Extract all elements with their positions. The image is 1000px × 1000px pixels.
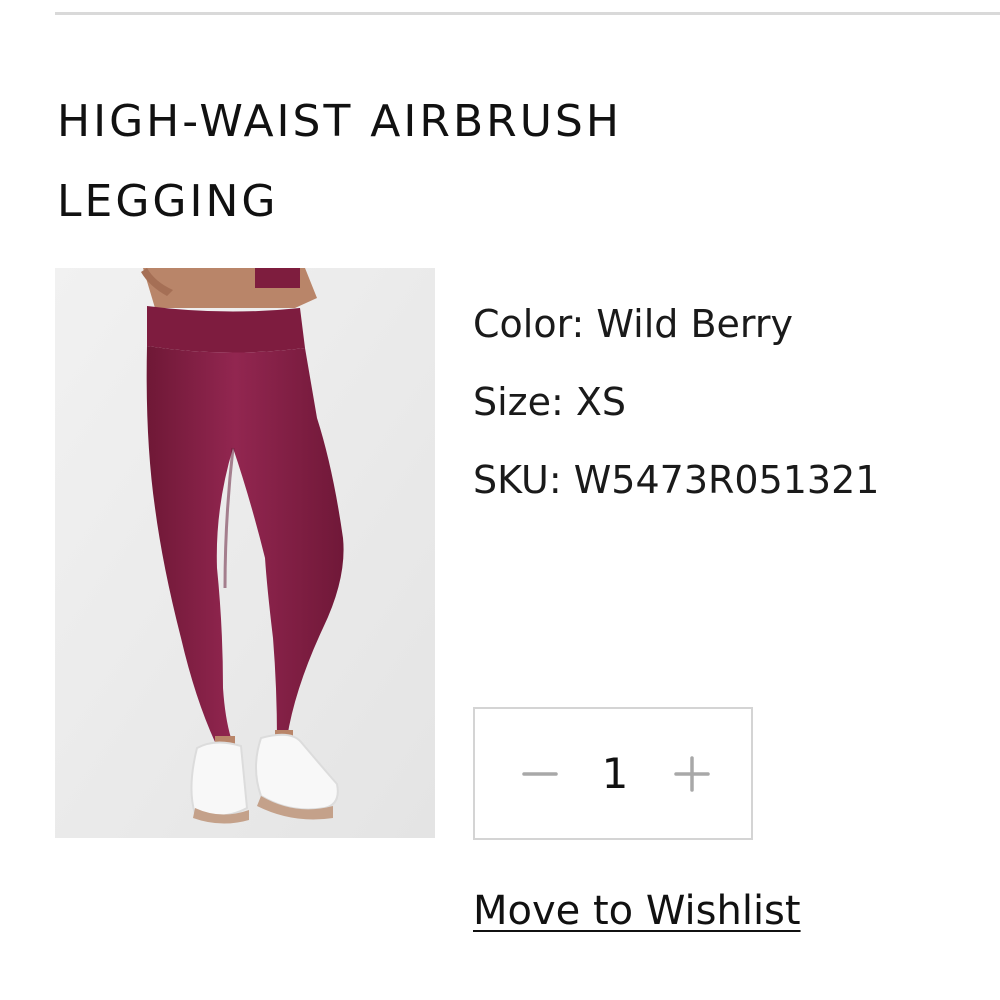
quantity-value[interactable]: 1 bbox=[575, 709, 655, 838]
product-size: Size: XS bbox=[473, 380, 627, 424]
decrease-quantity-button[interactable] bbox=[505, 709, 575, 838]
plus-icon bbox=[674, 755, 710, 792]
legging-photo-illustration bbox=[55, 268, 435, 838]
increase-quantity-button[interactable] bbox=[657, 709, 727, 838]
product-image[interactable] bbox=[55, 268, 435, 838]
cart-item: HIGH-WAIST AIRBRUSH LEGGING Color: Wild … bbox=[0, 0, 1000, 1000]
move-to-wishlist-link[interactable]: Move to Wishlist bbox=[473, 888, 801, 934]
quantity-stepper: 1 bbox=[473, 707, 753, 840]
product-color: Color: Wild Berry bbox=[473, 302, 793, 346]
top-divider bbox=[55, 12, 1000, 15]
product-title[interactable]: HIGH-WAIST AIRBRUSH LEGGING bbox=[57, 82, 817, 242]
minus-icon bbox=[522, 771, 558, 776]
product-sku: SKU: W5473R051321 bbox=[473, 458, 880, 502]
product-details: Color: Wild Berry Size: XS SKU: W5473R05… bbox=[473, 285, 993, 519]
